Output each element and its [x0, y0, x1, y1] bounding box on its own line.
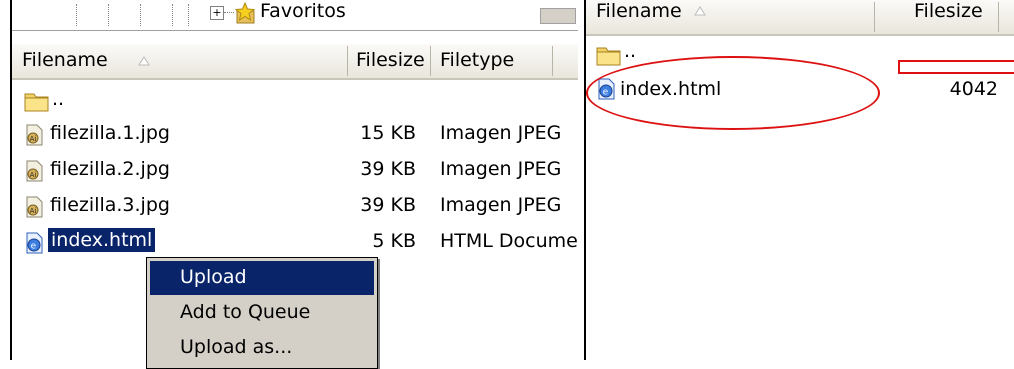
- local-column-filename[interactable]: Filename: [22, 49, 108, 71]
- file-name: filezilla.1.jpg: [50, 122, 170, 144]
- tree-expand-button[interactable]: +: [210, 6, 224, 20]
- menu-item-label: Upload as...: [180, 336, 293, 358]
- local-file-row[interactable]: Ai filezilla.2.jpg 39 KB Imagen JPEG: [12, 154, 580, 189]
- menu-item-label: Upload: [180, 266, 247, 288]
- jpeg-file-icon: Ai: [26, 160, 43, 182]
- menu-item-label: Add to Queue: [180, 301, 311, 323]
- file-name: filezilla.2.jpg: [50, 158, 170, 180]
- html-file-icon: e: [26, 232, 43, 254]
- folder-icon: [596, 47, 621, 66]
- jpeg-file-icon: Ai: [26, 124, 43, 146]
- context-menu: Upload Add to Queue Upload as...: [146, 257, 378, 369]
- local-file-row[interactable]: Ai filezilla.3.jpg 39 KB Imagen JPEG: [12, 190, 580, 225]
- file-size: 39 KB: [360, 194, 416, 216]
- menu-item-add-to-queue[interactable]: Add to Queue: [150, 296, 374, 330]
- file-type: Imagen JPEG: [440, 158, 562, 180]
- jpeg-file-icon: Ai: [26, 196, 43, 218]
- menu-item-upload[interactable]: Upload: [150, 261, 374, 295]
- file-size: 39 KB: [360, 158, 416, 180]
- file-size: 4042: [949, 78, 998, 100]
- tree-guide-line: [108, 4, 109, 26]
- local-file-row-selected[interactable]: e index.html 5 KB HTML Documer: [12, 226, 580, 261]
- tree-horizontal-scrollbar[interactable]: [540, 8, 576, 24]
- favorites-star-icon: [234, 2, 256, 24]
- svg-text:Ai: Ai: [30, 207, 37, 215]
- parent-directory-label: ..: [52, 88, 65, 110]
- file-name: index.html: [46, 227, 157, 253]
- local-parent-directory-row[interactable]: ..: [12, 84, 580, 119]
- remote-file-pane: Filename Filesize .. e index.html 4042: [584, 0, 1014, 360]
- tree-guide-line: [140, 4, 141, 26]
- parent-directory-label: ..: [624, 40, 637, 62]
- highlight-rectangle-annotation: [898, 60, 1014, 74]
- column-divider[interactable]: [552, 46, 553, 76]
- file-name: filezilla.3.jpg: [50, 194, 170, 216]
- column-divider[interactable]: [347, 46, 348, 76]
- highlight-ellipse-annotation: [586, 56, 880, 130]
- svg-text:Ai: Ai: [30, 171, 37, 179]
- local-list-header: Filename Filesize Filetype: [12, 44, 580, 80]
- tree-item-favoritos[interactable]: Favoritos: [260, 0, 346, 22]
- tree-guide-line: [188, 4, 189, 26]
- file-size: 5 KB: [372, 230, 416, 252]
- file-type: HTML Documer: [440, 230, 580, 252]
- tree-guide-line: [172, 4, 173, 26]
- column-divider[interactable]: [874, 2, 875, 32]
- local-column-filesize[interactable]: Filesize: [356, 49, 425, 71]
- file-type: Imagen JPEG: [440, 122, 562, 144]
- local-column-filetype[interactable]: Filetype: [440, 49, 514, 71]
- sort-ascending-icon: [694, 6, 706, 16]
- folder-icon: [24, 93, 49, 112]
- tree-guide-line: [76, 4, 77, 26]
- tree-connector: [224, 12, 234, 13]
- remote-column-filesize[interactable]: Filesize: [914, 0, 983, 22]
- remote-list-header: Filename Filesize: [586, 0, 1014, 36]
- sort-ascending-icon: [138, 56, 150, 66]
- local-file-row[interactable]: Ai filezilla.1.jpg 15 KB Imagen JPEG: [12, 118, 580, 153]
- column-divider[interactable]: [430, 46, 431, 76]
- svg-text:Ai: Ai: [30, 135, 37, 143]
- file-type: Imagen JPEG: [440, 194, 562, 216]
- column-divider[interactable]: [998, 2, 999, 32]
- local-folder-tree: + Favoritos: [12, 0, 580, 31]
- svg-text:e: e: [31, 242, 37, 252]
- file-size: 15 KB: [360, 122, 416, 144]
- remote-column-filename[interactable]: Filename: [596, 0, 682, 22]
